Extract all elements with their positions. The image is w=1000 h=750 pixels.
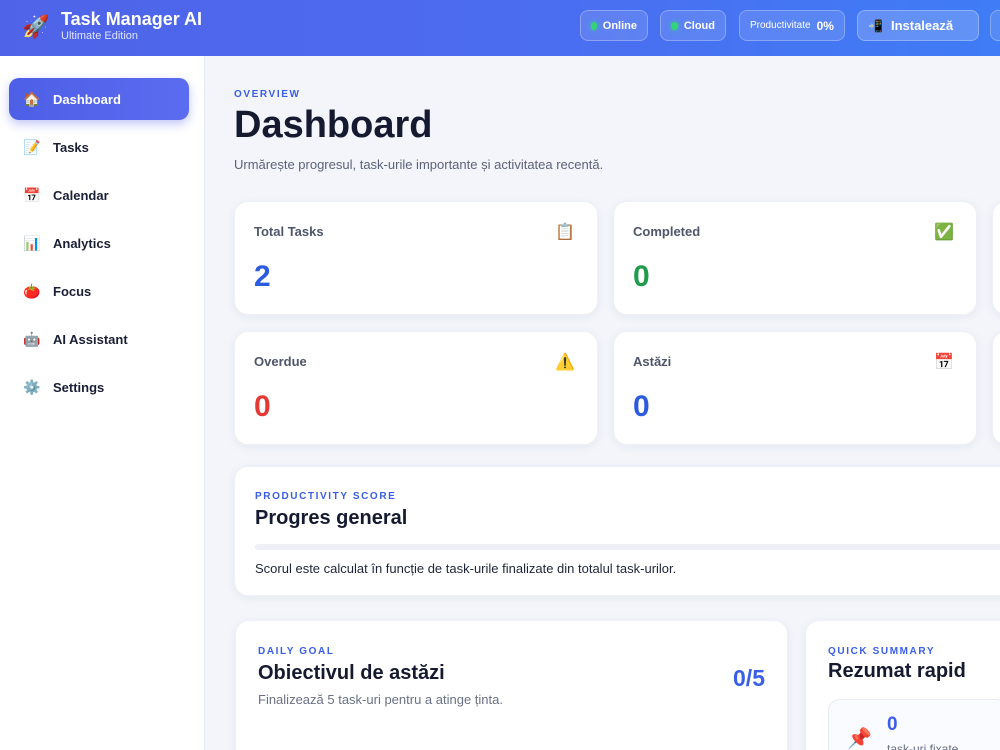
productivity-value: 0% <box>816 18 834 33</box>
stat-value: 0 <box>254 390 271 423</box>
stat-value: 0 <box>633 260 650 293</box>
sidebar: 🏠 Dashboard 📝 Tasks 📅 Calendar 📊 Analyti… <box>0 56 205 750</box>
warning-icon: ⚠️ <box>555 354 575 371</box>
gear-icon: ⚙️ <box>23 378 41 395</box>
robot-icon: 🤖 <box>23 330 41 347</box>
cloud-dot-icon <box>671 21 678 30</box>
sidebar-item-dashboard[interactable]: 🏠 Dashboard <box>9 78 189 120</box>
cloud-status-badge: Cloud <box>660 10 726 41</box>
page-subtitle: Urmărește progresul, task-urile importan… <box>234 157 604 172</box>
online-dot-icon <box>591 21 597 30</box>
sidebar-item-label: Calendar <box>53 187 109 203</box>
stat-label: Astăzi <box>633 354 672 369</box>
quick-summary-title: Rezumat rapid <box>828 660 966 682</box>
clipboard-icon: 📋 <box>555 224 575 241</box>
stat-card-partial <box>992 201 1000 315</box>
pinned-tasks-tile[interactable]: 📌 0 task-uri fixate <box>828 699 1000 750</box>
sidebar-item-calendar[interactable]: 📅 Calendar <box>9 174 189 216</box>
online-status-badge: Online <box>580 10 648 41</box>
daily-goal-card: DAILY GOAL Obiectivul de astăzi 0/5 Fina… <box>235 620 788 750</box>
house-icon: 🏠 <box>23 90 41 107</box>
pinned-tasks-label: task-uri fixate <box>887 742 959 750</box>
daily-goal-eyebrow: DAILY GOAL <box>258 646 335 657</box>
quick-summary-eyebrow: QUICK SUMMARY <box>828 646 936 657</box>
online-status-label: Online <box>602 19 637 32</box>
sidebar-item-label: Analytics <box>53 235 111 251</box>
bar-chart-icon: 📊 <box>23 234 41 251</box>
daily-goal-count: 0/5 <box>733 665 765 691</box>
productivity-progress-bar <box>255 544 1000 550</box>
sidebar-item-label: Focus <box>53 283 92 299</box>
stat-card-completed: Completed ✅ 0 <box>613 201 977 315</box>
page-eyebrow: OVERVIEW <box>234 89 301 100</box>
stat-value: 2 <box>254 260 271 293</box>
stat-card-today: Astăzi 📅 0 <box>613 331 977 445</box>
calendar-icon: 📅 <box>23 186 41 203</box>
cloud-status-label: Cloud <box>683 19 715 32</box>
sidebar-item-label: Settings <box>53 379 105 395</box>
rocket-icon: 🚀 <box>22 14 50 39</box>
quick-summary-card: QUICK SUMMARY Rezumat rapid 📌 0 task-uri… <box>805 620 1000 750</box>
tomato-icon: 🍅 <box>23 282 41 299</box>
main-content: OVERVIEW Dashboard Urmărește progresul, … <box>205 56 1000 750</box>
stat-card-total-tasks: Total Tasks 📋 2 <box>234 201 598 315</box>
sidebar-item-settings[interactable]: ⚙️ Settings <box>9 366 189 408</box>
check-icon: ✅ <box>934 224 954 241</box>
sidebar-item-focus[interactable]: 🍅 Focus <box>9 270 189 312</box>
daily-goal-description: Finalizează 5 task-uri pentru a atinge ț… <box>258 692 503 707</box>
install-button[interactable]: 📲 Instalează <box>857 10 979 41</box>
stat-label: Overdue <box>254 354 307 369</box>
productivity-eyebrow: PRODUCTIVITY SCORE <box>255 491 397 502</box>
stat-card-overdue: Overdue ⚠️ 0 <box>234 331 598 445</box>
sidebar-item-tasks[interactable]: 📝 Tasks <box>9 126 189 168</box>
productivity-description: Scorul este calculat în funcție de task-… <box>255 561 677 576</box>
install-icon: 📲 <box>868 18 883 33</box>
productivity-label: Productivitate <box>750 20 811 31</box>
install-label: Instalează <box>890 18 954 33</box>
productivity-card: PRODUCTIVITY SCORE Progres general Scoru… <box>234 466 1000 596</box>
daily-goal-title: Obiectivul de astăzi <box>258 662 445 684</box>
memo-icon: 📝 <box>23 138 41 155</box>
productivity-badge: Productivitate 0% <box>739 10 845 41</box>
pushpin-icon: 📌 <box>847 728 872 750</box>
sidebar-item-label: AI Assistant <box>53 331 128 347</box>
app-title: Task Manager AI <box>61 9 203 29</box>
header-extra-button[interactable] <box>990 10 1000 41</box>
page-title: Dashboard <box>234 104 433 146</box>
sidebar-item-ai-assistant[interactable]: 🤖 AI Assistant <box>9 318 189 360</box>
sidebar-item-label: Dashboard <box>53 91 121 107</box>
pinned-tasks-value: 0 <box>887 714 898 735</box>
top-bar: 🚀 Task Manager AI Ultimate Edition Onlin… <box>0 0 1000 56</box>
stat-label: Completed <box>633 224 701 239</box>
stat-label: Total Tasks <box>254 224 324 239</box>
app-subtitle: Ultimate Edition <box>61 30 139 42</box>
stat-value: 0 <box>633 390 650 423</box>
productivity-title: Progres general <box>255 507 408 529</box>
sidebar-item-analytics[interactable]: 📊 Analytics <box>9 222 189 264</box>
calendar-icon: 📅 <box>934 354 954 371</box>
sidebar-item-label: Tasks <box>53 139 89 155</box>
stat-card-partial <box>992 331 1000 445</box>
